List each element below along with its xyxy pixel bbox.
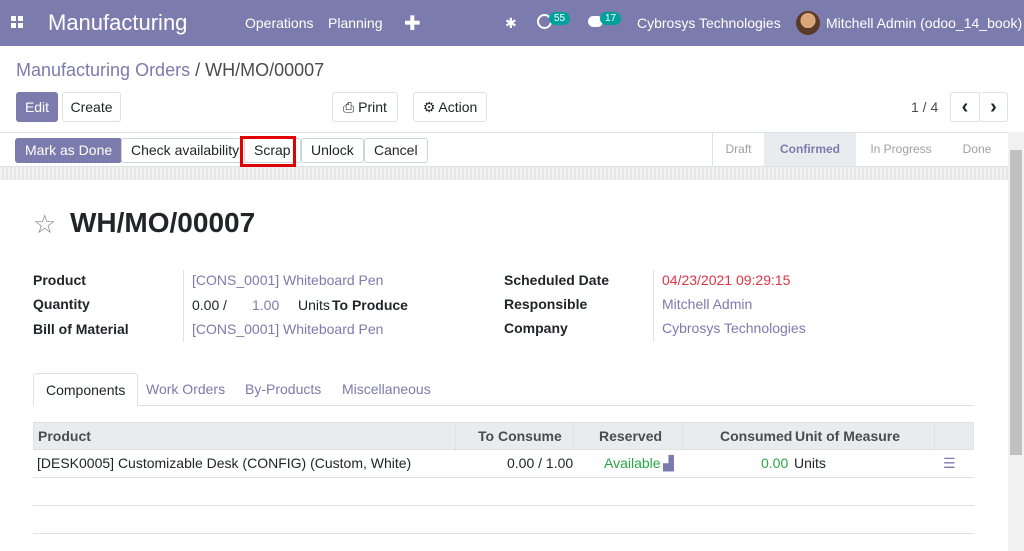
action-label: Action [438,99,478,115]
pager-next-button[interactable]: › [979,92,1008,122]
stage-in-progress[interactable]: In Progress [856,133,946,166]
menu-planning[interactable]: Planning [328,15,383,31]
tab-work-orders[interactable]: Work Orders [134,373,237,406]
column-divider [682,423,683,451]
check-availability-button[interactable]: Check availability [121,138,250,163]
star-icon[interactable]: ☆ [33,209,56,240]
forecast-chart-icon[interactable]: ▟ [663,450,674,478]
column-divider [573,423,574,451]
row-consumed: 0.00 [761,455,789,471]
tab-by-products[interactable]: By-Products [233,373,333,406]
responsible-field[interactable]: Mitchell Admin [662,296,752,312]
printer-icon: ⎙ [343,99,359,115]
stage-confirmed[interactable]: Confirmed [764,133,856,166]
column-divider [934,423,935,451]
scrollbar-thumb[interactable] [1010,150,1022,455]
quantity-label: Quantity [33,296,90,312]
gear-icon: ⚙ [422,99,439,115]
tab-miscellaneous[interactable]: Miscellaneous [330,373,443,406]
action-button[interactable]: ⚙ Action [413,92,487,122]
apps-menu-icon[interactable] [11,16,23,28]
top-navbar: Manufacturing Operations Planning ✚ ✱ 55… [0,0,1024,46]
message-badge: 17 [600,12,622,25]
scrollbar[interactable] [1008,132,1024,551]
row-reserved: Available [604,455,661,471]
tab-components[interactable]: Components [33,373,139,406]
bom-label: Bill of Material [33,321,129,337]
field-separator-right [653,270,654,342]
components-table: Product To Consume Reserved Consumed Uni… [33,422,974,534]
quantity-suffix: To Produce [332,297,408,313]
col-consumed[interactable]: Consumed [720,423,792,451]
company-switcher[interactable]: Cybrosys Technologies [637,15,781,31]
app-name[interactable]: Manufacturing [48,10,187,36]
quantity-slash: / [223,297,227,313]
breadcrumb-separator: / [190,60,206,80]
print-button[interactable]: ⎙ Print [332,92,398,122]
user-menu[interactable]: Mitchell Admin (odoo_14_book) [826,15,1022,31]
cancel-button[interactable]: Cancel [364,138,428,163]
scheduled-date-field[interactable]: 04/23/2021 09:29:15 [662,272,790,288]
breadcrumb-current: WH/MO/00007 [205,60,325,80]
sheet-background-stripe [0,167,1008,180]
record-title: WH/MO/00007 [70,207,256,238]
mark-as-done-button[interactable]: Mark as Done [15,138,123,163]
company-label: Company [504,320,568,336]
col-to-consume[interactable]: To Consume [478,423,562,451]
bug-icon[interactable]: ✱ [505,15,517,32]
unlock-button[interactable]: Unlock [301,138,364,163]
scrap-highlight-box [240,136,296,167]
avatar[interactable] [796,11,820,35]
row-to-consume: 0.00 / 1.00 [507,455,574,471]
breadcrumb: Manufacturing Orders / WH/MO/00007 [16,60,324,81]
col-product[interactable]: Product [38,423,91,451]
row-uom: Units [794,455,826,471]
col-reserved[interactable]: Reserved [599,423,662,451]
edit-button[interactable]: Edit [16,92,58,122]
field-separator-left [183,270,184,342]
create-button[interactable]: Create [62,92,121,122]
column-divider [455,423,456,451]
quantity-unit: Units [298,297,330,313]
breadcrumb-parent[interactable]: Manufacturing Orders [16,60,190,80]
plus-icon[interactable]: ✚ [404,11,421,36]
responsible-label: Responsible [504,296,588,312]
table-header: Product To Consume Reserved Consumed Uni… [33,422,974,451]
menu-operations[interactable]: Operations [245,15,313,31]
quantity-produced: 0.00 [192,297,220,313]
empty-row [33,506,974,534]
scheduled-date-label: Scheduled Date [504,272,610,288]
product-label: Product [33,272,86,288]
col-unit-of-measure[interactable]: Unit of Measure [795,423,900,451]
activity-badge: 55 [549,12,571,25]
notebook-tabs: Components Work Orders By-Products Misce… [33,373,974,406]
pager-previous-button[interactable]: ‹ [950,92,980,122]
row-product: [DESK0005] Customizable Desk (CONFIG) (C… [37,455,412,471]
stage-draft[interactable]: Draft [712,133,764,166]
stage-done[interactable]: Done [946,133,1008,166]
table-row[interactable]: [DESK0005] Customizable Desk (CONFIG) (C… [33,450,974,478]
detailed-operations-icon[interactable]: ☰ [943,450,956,478]
empty-row [33,478,974,506]
pager-value[interactable]: 1 / 4 [911,99,938,115]
quantity-target[interactable]: 1.00 [252,297,279,313]
status-bar: Mark as Done Check availability Scrap Un… [0,132,1008,167]
company-field[interactable]: Cybrosys Technologies [662,320,806,336]
print-label: Print [358,99,387,115]
bom-field[interactable]: [CONS_0001] Whiteboard Pen [192,321,383,337]
product-field[interactable]: [CONS_0001] Whiteboard Pen [192,272,383,288]
